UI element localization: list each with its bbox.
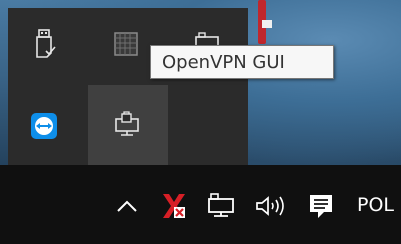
tray-overflow-item-usb[interactable] [8, 8, 80, 80]
tray-overflow-item-teamviewer[interactable] [8, 90, 80, 162]
antivirus-icon [163, 194, 185, 218]
show-hidden-icons-button[interactable] [113, 190, 141, 222]
teamviewer-icon [31, 113, 57, 139]
wallpaper-white-mark [262, 20, 272, 28]
volume-icon [256, 196, 284, 216]
openvpn-tooltip: OpenVPN GUI [150, 45, 334, 79]
network-tray-button[interactable] [204, 190, 238, 222]
volume-tray-button[interactable] [254, 190, 288, 222]
openvpn-icon [115, 111, 139, 136]
tray-overflow-item-openvpn[interactable] [88, 85, 168, 165]
action-center-button[interactable] [306, 190, 336, 222]
network-icon [208, 193, 234, 217]
tray-overflow-panel [8, 8, 248, 165]
antivirus-tray-button[interactable] [158, 190, 190, 222]
action-center-icon [310, 195, 332, 218]
grid-app-icon [114, 32, 138, 56]
input-language-indicator[interactable]: POL [357, 194, 394, 216]
taskbar [0, 165, 401, 244]
chevron-up-icon [117, 200, 137, 212]
usb-eject-icon [36, 29, 56, 58]
